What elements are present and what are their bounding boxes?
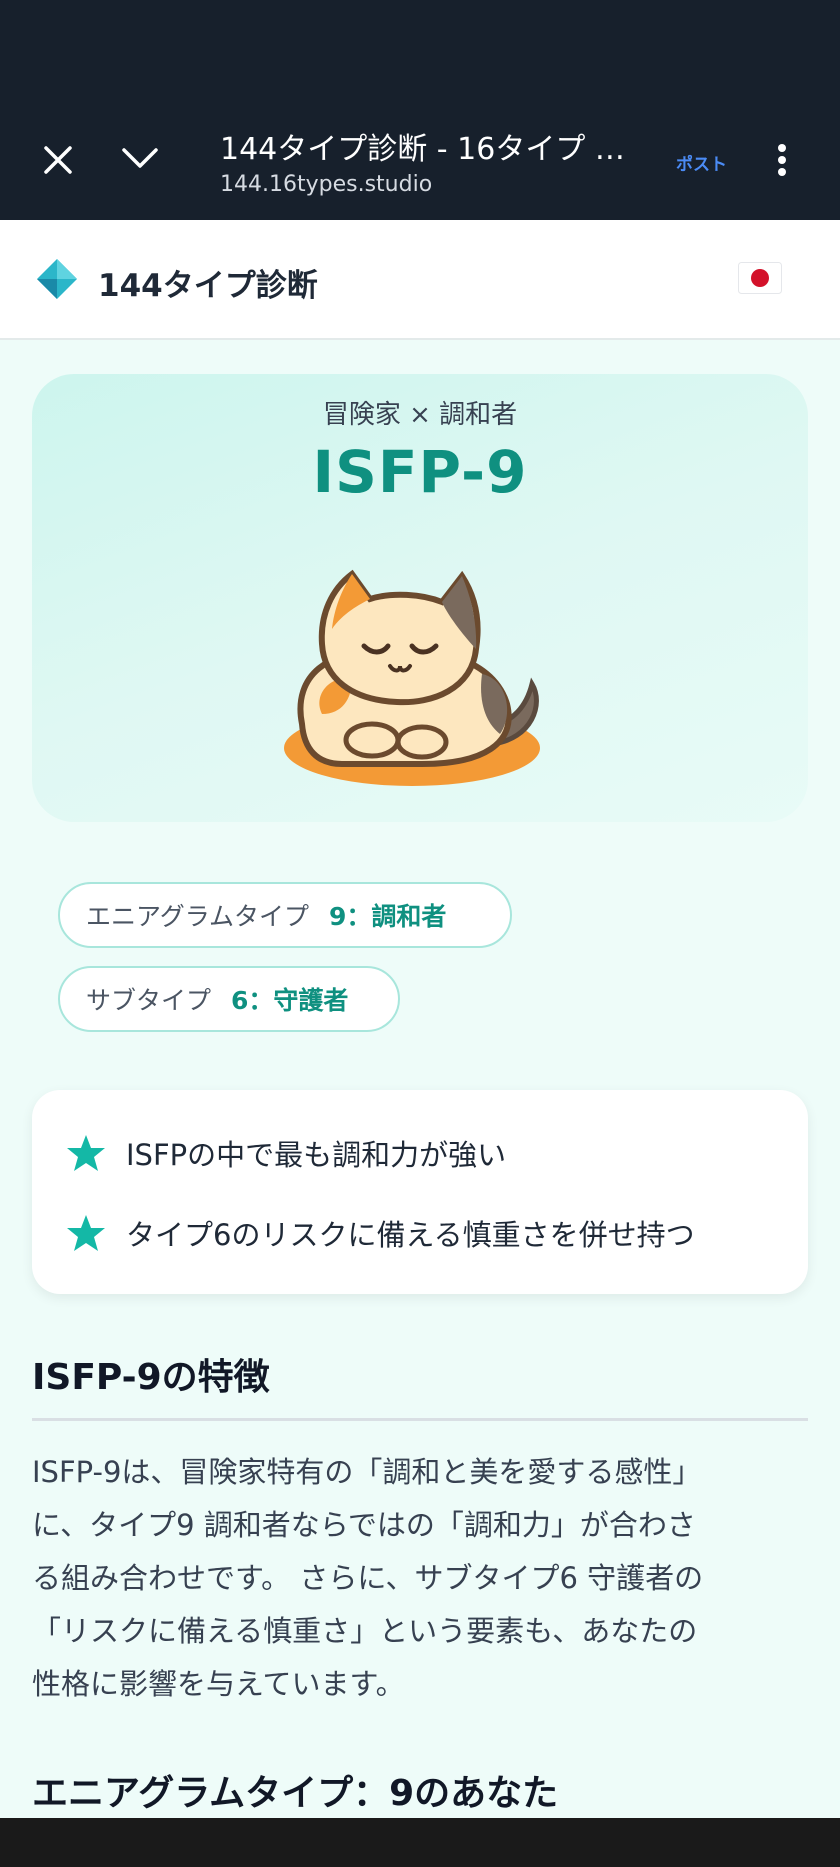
post-button[interactable]: ポスト bbox=[676, 150, 727, 175]
more-vert-icon[interactable] bbox=[770, 140, 794, 180]
star-icon bbox=[67, 1135, 105, 1171]
star-icon bbox=[67, 1215, 105, 1251]
enneagram-type-label: エニアグラムタイプ bbox=[86, 902, 310, 931]
close-icon[interactable] bbox=[38, 140, 78, 180]
subtype-value: 6：守護者 bbox=[231, 986, 349, 1015]
body-line: に、タイプ9 調和者ならではの「調和力」が合わさ bbox=[32, 1508, 696, 1542]
body-line: 「リスクに備える慎重さ」という要素も、あなたの bbox=[32, 1614, 698, 1648]
diamond-logo-icon[interactable] bbox=[36, 258, 78, 300]
url-text[interactable]: 144.16types.studio bbox=[220, 172, 432, 197]
type-hero-card: 冒険家 × 調和者 ISFP-9 bbox=[32, 374, 808, 822]
subtype-badge: サブタイプ 6：守護者 bbox=[58, 966, 400, 1032]
section-title: ISFP-9の特徴 bbox=[32, 1357, 270, 1398]
tab-title: 144タイプ診断 - 16タイプ … bbox=[220, 132, 625, 167]
body-line: ISFP-9は、冒険家特有の「調和と美を愛する感性」 bbox=[32, 1455, 702, 1489]
enneagram-type-badge: エニアグラムタイプ 9：調和者 bbox=[58, 882, 512, 948]
highlight-text: タイプ6のリスクに備える慎重さを併せ持つ bbox=[126, 1218, 695, 1252]
section-divider bbox=[32, 1418, 808, 1421]
section2-title: エニアグラムタイプ：9のあなた bbox=[32, 1773, 559, 1814]
chevron-down-icon[interactable] bbox=[116, 138, 164, 178]
sleeping-cat-icon bbox=[282, 554, 552, 794]
japan-flag-icon[interactable] bbox=[738, 262, 782, 294]
browser-toolbar: 144タイプ診断 - 16タイプ … 144.16types.studio ポス… bbox=[0, 0, 840, 220]
section-body: ISFP-9は、冒険家特有の「調和と美を愛する感性」 に、タイプ9 調和者ならで… bbox=[32, 1446, 808, 1711]
highlight-item: ISFPの中で最も調和力が強い bbox=[66, 1132, 506, 1174]
system-navigation-bar bbox=[0, 1818, 840, 1867]
body-line: 性格に影響を与えています。 bbox=[32, 1667, 405, 1701]
highlight-item: タイプ6のリスクに備える慎重さを併せ持つ bbox=[66, 1212, 695, 1254]
highlight-text: ISFPの中で最も調和力が強い bbox=[126, 1138, 507, 1172]
enneagram-type-value: 9：調和者 bbox=[329, 902, 447, 931]
site-header: 144タイプ診断 bbox=[0, 220, 840, 340]
type-subtitle: 冒険家 × 調和者 bbox=[322, 400, 518, 430]
site-title[interactable]: 144タイプ診断 bbox=[98, 260, 318, 305]
highlights-card: ISFPの中で最も調和力が強い タイプ6のリスクに備える慎重さを併せ持つ bbox=[32, 1090, 808, 1294]
subtype-label: サブタイプ bbox=[86, 986, 212, 1015]
body-line: る組み合わせです。 さらに、サブタイプ6 守護者の bbox=[32, 1561, 704, 1595]
type-code-title: ISFP-9 bbox=[312, 438, 528, 506]
